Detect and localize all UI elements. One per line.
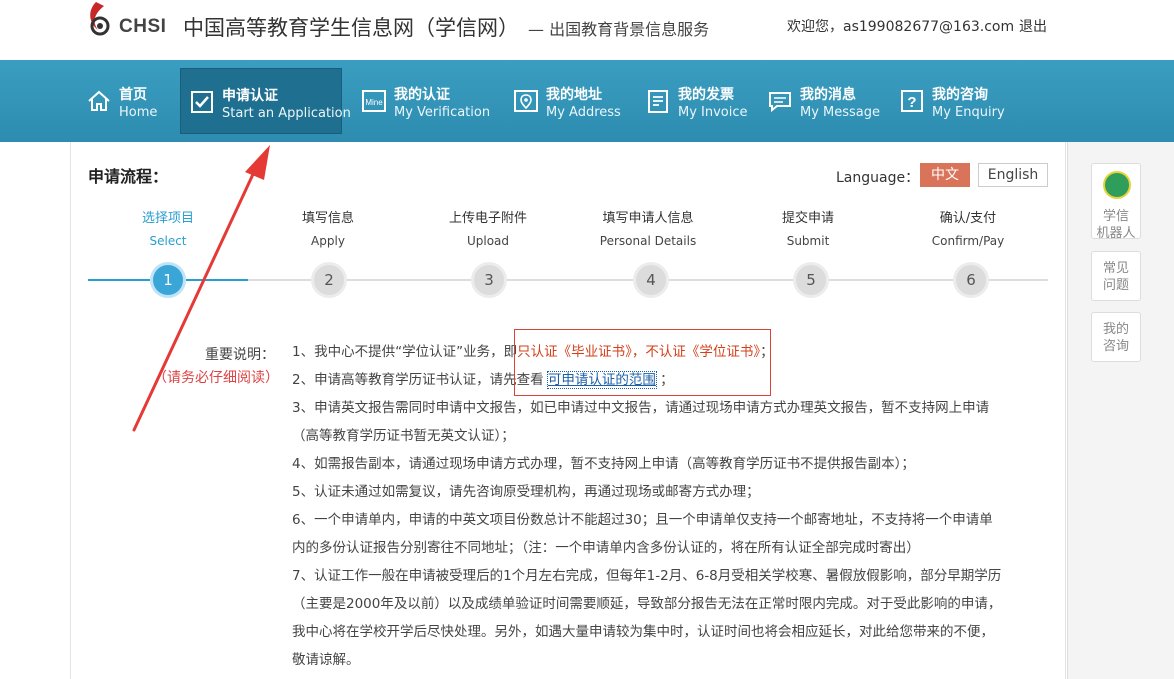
- step-label-en: Confirm/Pay: [931, 234, 1005, 248]
- step-label-en: Select: [149, 234, 187, 248]
- logo-swoosh-icon: [90, 2, 110, 36]
- nav-item-my-address[interactable]: 我的地址 My Address: [510, 68, 630, 134]
- nav-label-en: My Address: [546, 105, 621, 120]
- note-text: 1、我中心不提供“学位认证”业务，即: [292, 344, 518, 360]
- sidebar-label: 机器人: [1096, 226, 1136, 241]
- note-6: 6、一个申请单内，申请的中英文项目份数总计不能超过30；且一个申请单仅支持一个邮…: [292, 512, 993, 528]
- note-text: 2、申请高等教育学历证书认证，请先查看: [292, 372, 548, 388]
- nav-label-cn: 申请认证: [222, 88, 278, 104]
- step-label-cn: 填写信息: [301, 211, 354, 226]
- nav-label-en: My Invoice: [678, 105, 748, 120]
- step-circle: 2: [311, 262, 347, 298]
- nav-label-cn: 首页: [119, 87, 147, 103]
- step-circle: 1: [150, 262, 186, 298]
- robot-button[interactable]: 学信 机器人: [1091, 163, 1141, 241]
- logout-link[interactable]: 退出: [1019, 16, 1047, 36]
- note-7-cont: （主要是2000年及以前）以及成绩单验证时间需要顺延，导致部分报告无法在正常时限…: [292, 596, 1002, 612]
- mine-icon: Mine: [362, 90, 386, 112]
- robot-icon: [1103, 171, 1131, 199]
- step-label-en: Submit: [786, 234, 830, 248]
- checkbox-icon: [191, 91, 213, 113]
- step-circle: 5: [793, 262, 829, 298]
- main-nav: 首页 Home 申请认证 Start an Application Mine 我…: [0, 60, 1174, 142]
- home-icon: [88, 90, 110, 111]
- sidebar-label: 学信: [1102, 209, 1129, 224]
- svg-text:Mine: Mine: [365, 98, 383, 107]
- step-label-en: Apply: [311, 234, 345, 248]
- sidebar-label: 问题: [1102, 278, 1129, 293]
- note-3: 3、申请英文报告需同时申请中文报告，如已申请过中文报告，请通过现场申请方式办理英…: [292, 400, 990, 416]
- svg-text:?: ?: [907, 94, 916, 111]
- note-6-cont: 内的多份认证报告分别寄往不同地址；（注：一个申请单内含多份认证的，将在所有认证全…: [292, 540, 920, 556]
- step-label-cn: 确认/支付: [939, 211, 997, 226]
- step-circle: 3: [471, 262, 507, 298]
- note-4: 4、如需报告副本，请通过现场申请方式办理，暂不支持网上申请（高等教育学历证书不提…: [292, 456, 915, 472]
- invoice-icon: [648, 90, 668, 113]
- sidebar-label: 咨询: [1102, 339, 1129, 354]
- nav-label-en: My Message: [800, 105, 881, 120]
- nav-label-en: My Enquiry: [932, 105, 1005, 120]
- annotation-highlight-box: [514, 329, 771, 396]
- note-7-cont: 敬请谅解。: [292, 652, 360, 668]
- message-icon: [769, 92, 791, 113]
- step-label-cn: 上传电子附件: [448, 211, 527, 226]
- nav-label-cn: 我的发票: [678, 87, 734, 103]
- site-title: 中国高等教育学生信息网（学信网）: [183, 16, 519, 40]
- nav-item-my-message[interactable]: 我的消息 My Message: [764, 68, 884, 134]
- step-label-cn: 填写申请人信息: [602, 211, 694, 226]
- nav-label-cn: 我的消息: [800, 87, 856, 103]
- nav-item-my-enquiry[interactable]: ? 我的咨询 My Enquiry: [896, 68, 1016, 134]
- step-circle: 4: [633, 262, 669, 298]
- note-7: 7、认证工作一般在申请被受理后的1个月左右完成，但每年1-2月、6-8月受相关学…: [292, 568, 1002, 584]
- my-enquiry-side-button[interactable]: 我的 咨询: [1091, 312, 1141, 362]
- notes-warning: （请务必仔细阅读）: [153, 370, 279, 386]
- language-label: Language：: [836, 170, 920, 186]
- location-icon: [514, 90, 538, 112]
- language-english-button[interactable]: English: [978, 163, 1048, 187]
- nav-label-cn: 我的认证: [394, 87, 450, 103]
- nav-label-en: Start an Application: [222, 106, 351, 121]
- step-circle: 6: [953, 262, 989, 298]
- nav-item-my-invoice[interactable]: 我的发票 My Invoice: [642, 68, 752, 134]
- sidebar-label: 我的: [1102, 322, 1129, 337]
- nav-item-my-verification[interactable]: Mine 我的认证 My Verification: [358, 68, 498, 134]
- nav-label-en: Home: [119, 105, 158, 120]
- nav-item-start-application[interactable]: 申请认证 Start an Application: [180, 68, 351, 134]
- site-subtitle: — 出国教育背景信息服务: [528, 20, 710, 39]
- welcome-text: 欢迎您，as199082677@163.com: [787, 19, 1015, 35]
- step-label-en: Personal Details: [599, 234, 697, 248]
- step-label-en: Upload: [466, 234, 510, 248]
- nav-item-home[interactable]: 首页 Home: [82, 68, 172, 134]
- faq-button[interactable]: 常见 问题: [1091, 251, 1141, 301]
- chsi-logo[interactable]: CHSI: [86, 0, 168, 44]
- step-label-cn: 提交申请: [781, 211, 834, 226]
- site-header: CHSI 中国高等教育学生信息网（学信网） — 出国教育背景信息服务 欢迎您，a…: [0, 0, 1174, 60]
- note-3-cont: （高等教育学历证书暂无英文认证）；: [292, 428, 515, 444]
- logo-text: CHSI: [119, 16, 167, 37]
- nav-label-cn: 我的咨询: [932, 87, 988, 103]
- note-7-cont: 我中心将在学校开学后尽快处理。另外，如遇大量申请较为集中时，认证时间也将会相应延…: [292, 624, 994, 640]
- question-icon: ?: [901, 90, 923, 112]
- process-title: 申请流程：: [88, 167, 169, 186]
- step-label-cn: 选择项目: [141, 211, 194, 226]
- nav-label-cn: 我的地址: [546, 87, 602, 103]
- nav-label-en: My Verification: [394, 105, 491, 120]
- notes-label: 重要说明：: [205, 347, 275, 363]
- note-5: 5、认证未通过如需复议，请先咨询原受理机构，再通过现场或邮寄方式办理；: [292, 484, 760, 500]
- sidebar-label: 常见: [1102, 261, 1129, 276]
- language-chinese-button[interactable]: 中文: [920, 163, 970, 187]
